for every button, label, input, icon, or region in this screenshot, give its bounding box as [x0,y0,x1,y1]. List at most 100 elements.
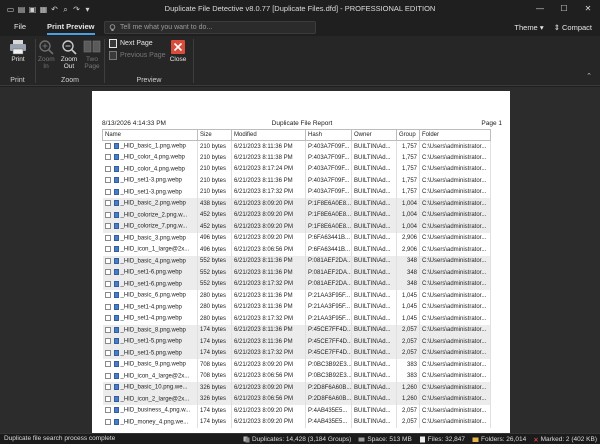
row-checkbox[interactable] [104,246,111,253]
row-checkbox[interactable] [104,338,111,345]
tell-me-search-box[interactable]: Tell me what you want to do... [104,21,316,34]
row-checkbox[interactable] [104,395,111,402]
table-row: _HID_business_4.png.w... 174 bytes 6/21/20… [102,405,491,417]
open-folder-icon[interactable]: ▤ [17,5,26,14]
group-cell: 2,057 [396,347,420,359]
customize-toolbar-icon[interactable]: ▾ [83,5,92,14]
owner-cell: BUILTIN\Ad... [351,278,397,290]
owner-cell: BUILTIN\Ad... [351,301,397,313]
file-name: _HID_set1-6.png.webp [120,281,182,288]
save-icon[interactable]: ▣ [28,5,37,14]
row-checkbox[interactable] [104,165,111,172]
folder-cell: C:\Users\administrator... [419,221,491,233]
tab-print-preview[interactable]: Print Preview [47,18,95,36]
file-icon [113,303,119,310]
modified-cell: 6/21/2023 8:09:20 PM [231,209,306,221]
table-row: _HID_set1-5.png.webp 174 bytes 6/21/2023 8… [102,347,491,359]
owner-cell: BUILTIN\Ad... [351,324,397,336]
hash-cell: P:0BC3B92E3... [305,359,352,371]
row-checkbox[interactable] [104,223,111,230]
group-cell: 1,757 [396,186,420,198]
undo-icon[interactable]: ↶ [50,5,59,14]
new-file-icon[interactable]: ▭ [6,5,15,14]
row-checkbox[interactable] [104,315,111,322]
duplicates-status: Duplicates: 14,428 (3,184 Groups) [243,436,351,443]
close-preview-button[interactable]: Close [167,39,189,63]
row-checkbox[interactable] [104,200,111,207]
column-header: Modified [231,129,306,141]
row-checkbox[interactable] [104,143,111,150]
name-cell: _HID_set1-5.png.webp [102,336,198,348]
next-page-button[interactable]: Next Page [109,39,153,48]
tab-file[interactable]: File [14,18,26,36]
redo-icon[interactable]: ↷ [72,5,81,14]
modified-cell: 6/21/2023 8:09:20 PM [231,359,306,371]
file-name: _HID_color_4.png.webp [120,166,185,173]
previous-page-button[interactable]: Previous Page [109,51,166,60]
minimize-button[interactable]: — [528,0,552,18]
name-cell: _HID_color_4.png.webp [102,152,198,164]
modified-cell: 6/21/2023 8:11:36 PM [231,301,306,313]
row-checkbox[interactable] [104,361,111,368]
folder-cell: C:\Users\administrator... [419,290,491,302]
table-row: _HID_basic_8.png.webp 174 bytes 6/21/2023 … [102,324,491,336]
print-icon[interactable]: ▦ [39,5,48,14]
row-checkbox[interactable] [104,326,111,333]
hash-cell: P:081AEF2DA... [305,255,352,267]
row-checkbox[interactable] [104,211,111,218]
report-table: Name Size Modified Hash Owner Group Fold… [102,129,491,428]
maximize-button[interactable]: ☐ [552,0,576,18]
row-checkbox[interactable] [104,303,111,310]
ribbon-divider [193,39,194,83]
row-checkbox[interactable] [104,280,111,287]
row-checkbox[interactable] [104,372,111,379]
search-icon[interactable]: ⌕ [61,5,70,14]
print-preview-area[interactable]: 8/13/2026 4:14:33 PM Duplicate File Repo… [0,87,600,433]
hash-cell: P:45CE7FF4D... [305,347,352,359]
row-checkbox[interactable] [104,418,111,425]
size-cell: 174 bytes [197,347,232,359]
status-summary: Duplicates: 14,428 (3,184 Groups) Space:… [243,434,597,444]
close-window-button[interactable]: ✕ [576,0,600,18]
ribbon-tab-row: File Print Preview Tell me what you want… [0,18,600,36]
row-checkbox[interactable] [104,188,111,195]
row-checkbox[interactable] [104,292,111,299]
group-cell: 1,045 [396,301,420,313]
hash-cell: P:1F8E6A0E8... [305,221,352,233]
modified-cell: 6/21/2023 8:09:20 PM [231,405,306,417]
size-cell: 326 bytes [197,393,232,405]
zoom-in-button[interactable]: Zoom In [36,39,56,70]
size-cell: 210 bytes [197,186,232,198]
group-cell: 2,057 [396,336,420,348]
folder-cell: C:\Users\administrator... [419,347,491,359]
row-checkbox[interactable] [104,154,111,161]
collapse-ribbon-icon[interactable]: ⌃ [586,72,592,80]
file-icon [113,315,119,322]
two-page-button[interactable]: Two Page [82,39,102,70]
size-cell: 552 bytes [197,267,232,279]
theme-menu[interactable]: Theme ▾ [514,23,543,32]
modified-cell: 6/21/2023 8:06:56 PM [231,244,306,256]
row-checkbox[interactable] [104,257,111,264]
compact-toggle[interactable]: ⇕ Compact [554,23,592,32]
row-checkbox[interactable] [104,349,111,356]
row-checkbox[interactable] [104,269,111,276]
size-cell: 210 bytes [197,175,232,187]
size-cell: 496 bytes [197,244,232,256]
file-name: _HID_icon_1_large@2x... [120,247,190,254]
report-body: _HID_basic_1.png.webp 210 bytes 6/21/2023 … [102,140,491,428]
row-checkbox[interactable] [104,177,111,184]
compact-label: Compact [561,22,592,32]
file-name: _HID_basic_8.png.webp [120,327,186,334]
modified-cell: 6/21/2023 8:11:36 PM [231,290,306,302]
print-group-label: Print [10,77,25,84]
folder-icon [472,437,479,442]
row-checkbox[interactable] [104,384,111,391]
row-checkbox[interactable] [104,407,111,414]
print-button[interactable]: Print [5,39,31,63]
group-cell: 348 [396,278,420,290]
row-checkbox[interactable] [104,234,111,241]
zoom-out-button[interactable]: Zoom Out [58,39,80,70]
file-icon [113,211,119,218]
file-name: _HID_basic_10.png.we... [120,385,188,392]
